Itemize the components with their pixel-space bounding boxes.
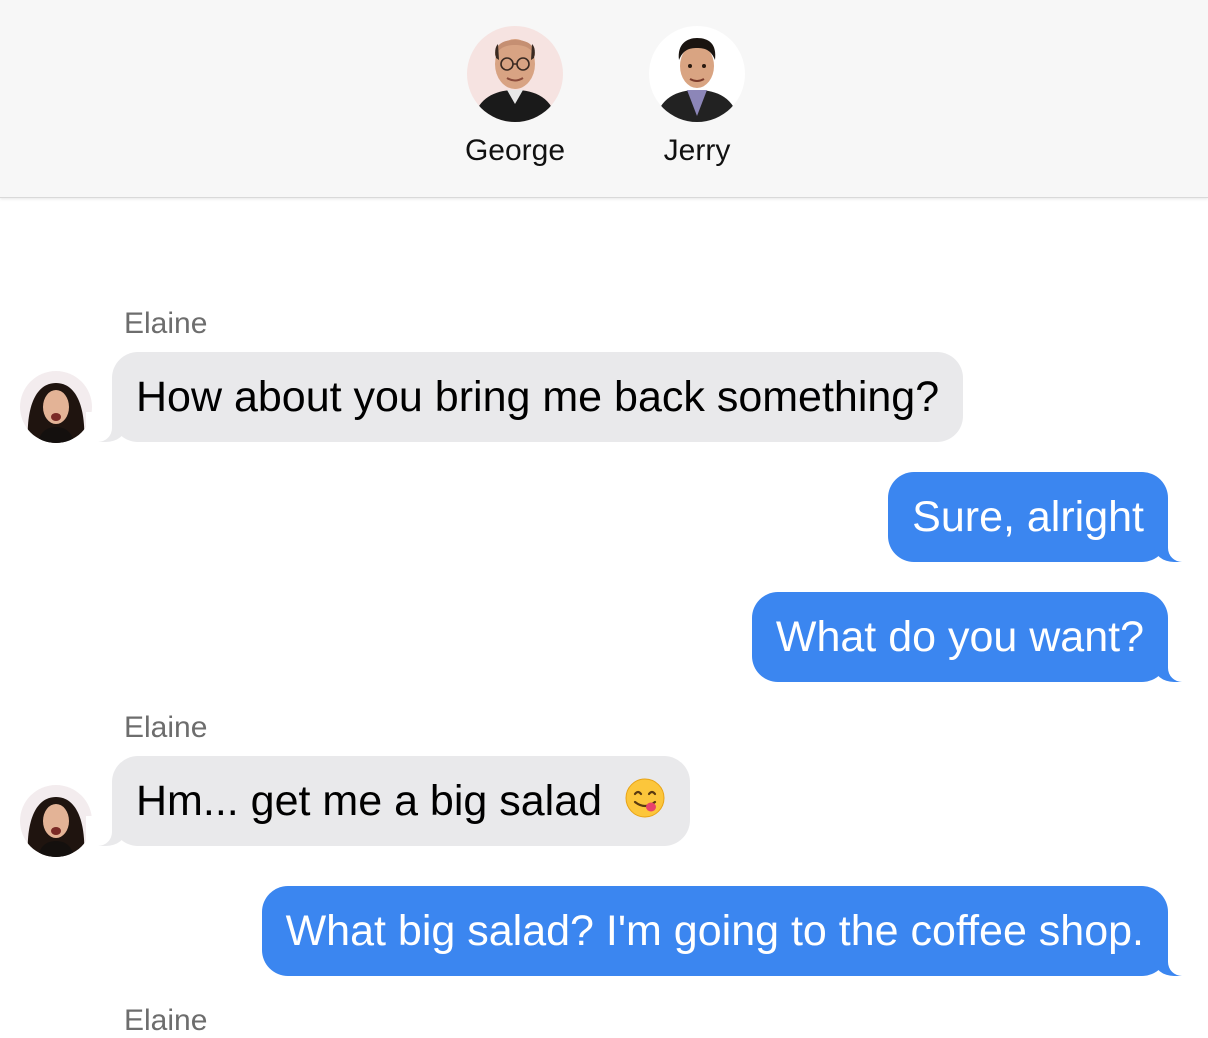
george-avatar[interactable]	[467, 26, 563, 122]
face-savoring-food-icon	[625, 778, 665, 818]
sender-label: Elaine	[124, 1004, 208, 1037]
message-bubble-incoming[interactable]: Hm... get me a big salad	[85, 756, 691, 846]
conversation-header: George Jerry	[0, 0, 1208, 198]
message-bubble-outgoing[interactable]: What do you want?	[751, 592, 1195, 682]
george-portrait-icon	[467, 26, 563, 122]
participant-name: George	[464, 134, 566, 167]
jerry-portrait-icon	[649, 26, 745, 122]
message-bubble-incoming[interactable]: How about you bring me back something?	[85, 352, 964, 442]
message-text: What do you want?	[775, 613, 1144, 661]
sender-label: Elaine	[124, 307, 208, 340]
elaine-avatar	[20, 785, 92, 857]
jerry-avatar[interactable]	[649, 26, 745, 122]
elaine-portrait-icon	[20, 785, 92, 857]
message-list[interactable]: Elaine How about you bring me back somet…	[0, 199, 1208, 1037]
message-text: Hm... get me a big salad	[136, 777, 603, 825]
message-text: Sure, alright	[912, 493, 1144, 541]
message-text: How about you bring me back something?	[136, 373, 940, 421]
sender-label: Elaine	[124, 711, 208, 744]
elaine-avatar	[20, 371, 92, 443]
message-text: What big salad? I'm going to the coffee …	[285, 907, 1144, 955]
participant-jerry[interactable]: Jerry	[632, 26, 762, 168]
elaine-portrait-icon	[20, 371, 92, 443]
message-bubble-outgoing[interactable]: What big salad? I'm going to the coffee …	[261, 886, 1195, 976]
message-bubble-outgoing[interactable]: Sure, alright	[888, 472, 1194, 562]
participant-george[interactable]: George	[450, 26, 580, 168]
participant-name: Jerry	[663, 134, 731, 167]
